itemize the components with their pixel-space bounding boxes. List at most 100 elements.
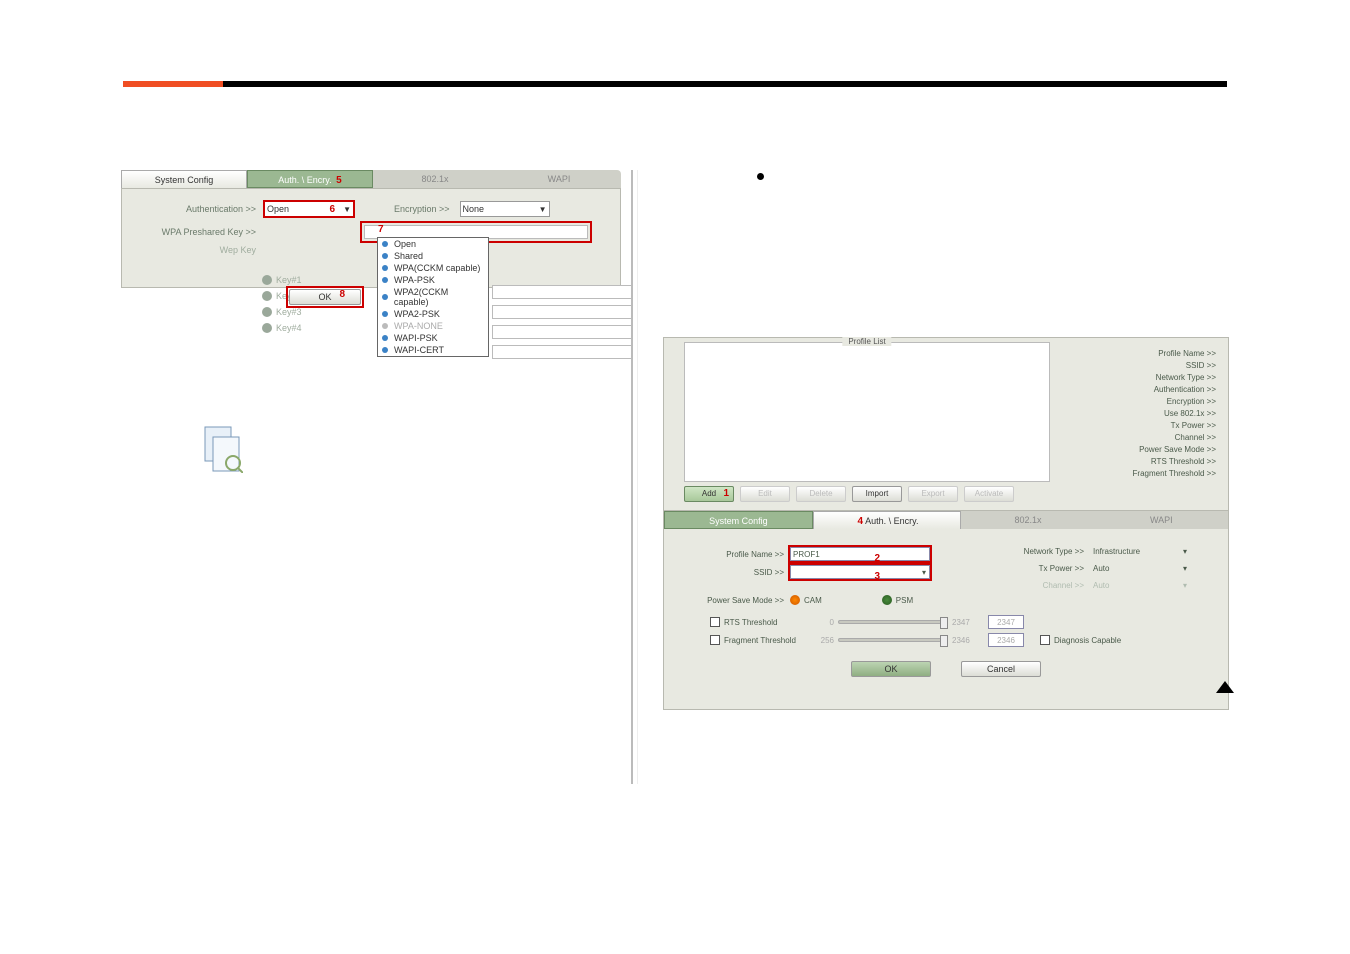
rts-max: 2347: [952, 618, 978, 627]
stat-txpower: Tx Power >>: [1133, 420, 1216, 432]
right-ok-button[interactable]: OK: [851, 661, 931, 677]
rts-checkbox[interactable]: [710, 617, 720, 627]
key2-input[interactable]: [492, 305, 632, 319]
frag-checkbox[interactable]: [710, 635, 720, 645]
authentication-select[interactable]: Open 6 ▼: [264, 201, 354, 217]
divider-line-light: [637, 170, 638, 784]
psm-radio[interactable]: [882, 595, 892, 605]
callout-box-6: [263, 200, 355, 218]
left-tabbar: System Config Auth. \ Encry. 5 802.1x WA…: [121, 170, 621, 188]
stat-network-type: Network Type >>: [1133, 372, 1216, 384]
right-side-selects: Network Type >> Infrastructure▾ Tx Power…: [1014, 541, 1214, 595]
profile-list-box[interactable]: Profile List: [684, 342, 1050, 482]
tab-auth-encry[interactable]: Auth. \ Encry. 5: [247, 170, 373, 188]
chevron-down-icon: ▾: [1183, 581, 1187, 590]
network-type-label: Network Type >>: [1014, 547, 1090, 556]
frag-slider[interactable]: [838, 638, 948, 642]
profile-list-legend: Profile List: [842, 337, 891, 346]
cam-radio[interactable]: [790, 595, 800, 605]
left-dialog: System Config Auth. \ Encry. 5 802.1x WA…: [121, 170, 621, 288]
frag-min: 256: [814, 636, 834, 645]
divider-line: [631, 170, 633, 784]
channel-label: Channel >>: [1014, 581, 1090, 590]
authentication-dropdown-list[interactable]: Open Shared WPA(CCKM capable) WPA-PSK WP…: [377, 237, 489, 357]
import-button[interactable]: Import: [852, 486, 902, 502]
tab-system-config[interactable]: System Config: [121, 170, 247, 188]
encryption-label: Encryption >>: [394, 204, 450, 214]
psm-text: PSM: [896, 596, 913, 605]
network-type-select[interactable]: Infrastructure▾: [1090, 544, 1190, 558]
auth-option-wpa2-psk[interactable]: WPA2-PSK: [378, 308, 488, 320]
frag-value-input[interactable]: 2346: [988, 633, 1024, 647]
auth-option-wpa-cckm[interactable]: WPA(CCKM capable): [378, 262, 488, 274]
stat-8021x: Use 802.1x >>: [1133, 408, 1216, 420]
encryption-value: None: [463, 204, 485, 214]
tab-8021x[interactable]: 802.1x: [373, 170, 497, 188]
auth-option-wpa-psk[interactable]: WPA-PSK: [378, 274, 488, 286]
radio-icon: [262, 323, 272, 333]
right-tabbar: System Config 4 Auth. \ Encry. 802.1x WA…: [664, 511, 1228, 529]
rts-value-input[interactable]: 2347: [988, 615, 1024, 629]
profile-stats: Profile Name >> SSID >> Network Type >> …: [1133, 348, 1216, 480]
auth-option-open[interactable]: Open: [378, 238, 488, 250]
chevron-down-icon: ▾: [1183, 564, 1187, 573]
tab-system-config[interactable]: System Config: [664, 511, 813, 529]
callout-8: 8: [339, 289, 345, 300]
stat-profile-name: Profile Name >>: [1133, 348, 1216, 360]
psm-label: Power Save Mode >>: [680, 596, 790, 605]
frag-max: 2346: [952, 636, 978, 645]
document-icon: [203, 425, 243, 473]
txpower-select[interactable]: Auto▾: [1090, 561, 1190, 575]
callout-7: 7: [378, 224, 384, 235]
authentication-label: Authentication >>: [134, 204, 264, 214]
diag-checkbox[interactable]: [1040, 635, 1050, 645]
tab-wapi[interactable]: WAPI: [497, 170, 621, 188]
tab-8021x[interactable]: 802.1x: [961, 511, 1094, 529]
callout-box-3: [788, 563, 932, 581]
stat-encryption: Encryption >>: [1133, 396, 1216, 408]
auth-option-shared[interactable]: Shared: [378, 250, 488, 262]
profile-buttons: Add 1 Edit Delete Import Export Activate: [684, 486, 1014, 502]
rts-min: 0: [814, 618, 834, 627]
activate-button: Activate: [964, 486, 1014, 502]
delete-button: Delete: [796, 486, 846, 502]
wpa-psk-label: WPA Preshared Key >>: [134, 227, 264, 237]
add-button[interactable]: Add 1: [684, 486, 734, 502]
header-rule-black: [223, 81, 1227, 87]
key4-input[interactable]: [492, 345, 632, 359]
frag-label: Fragment Threshold: [724, 636, 814, 645]
radio-icon: [262, 307, 272, 317]
profile-name-label: Profile Name >>: [680, 550, 790, 559]
auth-option-wapi-psk[interactable]: WAPI-PSK: [378, 332, 488, 344]
callout-box-2: [788, 545, 932, 563]
callout-3: 3: [874, 571, 880, 582]
bullet-dot: [757, 173, 764, 180]
auth-option-wpa-none: WPA-NONE: [378, 320, 488, 332]
header-rule-orange: [123, 81, 223, 87]
diag-label: Diagnosis Capable: [1054, 636, 1121, 645]
channel-select: Auto▾: [1090, 578, 1190, 592]
auth-option-wapi-cert[interactable]: WAPI-CERT: [378, 344, 488, 356]
key3-label: Key#3: [276, 307, 316, 317]
wep-key-label: Wep Key: [134, 245, 264, 255]
key4-label: Key#4: [276, 323, 316, 333]
tab-wapi[interactable]: WAPI: [1095, 511, 1228, 529]
key3-input[interactable]: [492, 325, 632, 339]
tab-auth-encry[interactable]: 4 Auth. \ Encry.: [813, 511, 962, 529]
stat-authentication: Authentication >>: [1133, 384, 1216, 396]
auth-option-wpa2-cckm[interactable]: WPA2(CCKM capable): [378, 286, 488, 308]
callout-box-8: [286, 286, 364, 308]
cam-label: CAM: [804, 596, 822, 605]
left-button-bar: OK 8 Cancel: [122, 289, 620, 305]
right-cancel-button[interactable]: Cancel: [961, 661, 1041, 677]
rts-slider[interactable]: [838, 620, 948, 624]
rts-label: RTS Threshold: [724, 618, 814, 627]
stat-rts: RTS Threshold >>: [1133, 456, 1216, 468]
callout-1: 1: [723, 487, 729, 501]
stat-channel: Channel >>: [1133, 432, 1216, 444]
chevron-down-icon: ▾: [1183, 547, 1187, 556]
key1-label: Key#1: [276, 275, 316, 285]
triangle-up-icon: [1216, 681, 1234, 693]
stat-psm: Power Save Mode >>: [1133, 444, 1216, 456]
encryption-select[interactable]: None ▼: [460, 201, 550, 217]
